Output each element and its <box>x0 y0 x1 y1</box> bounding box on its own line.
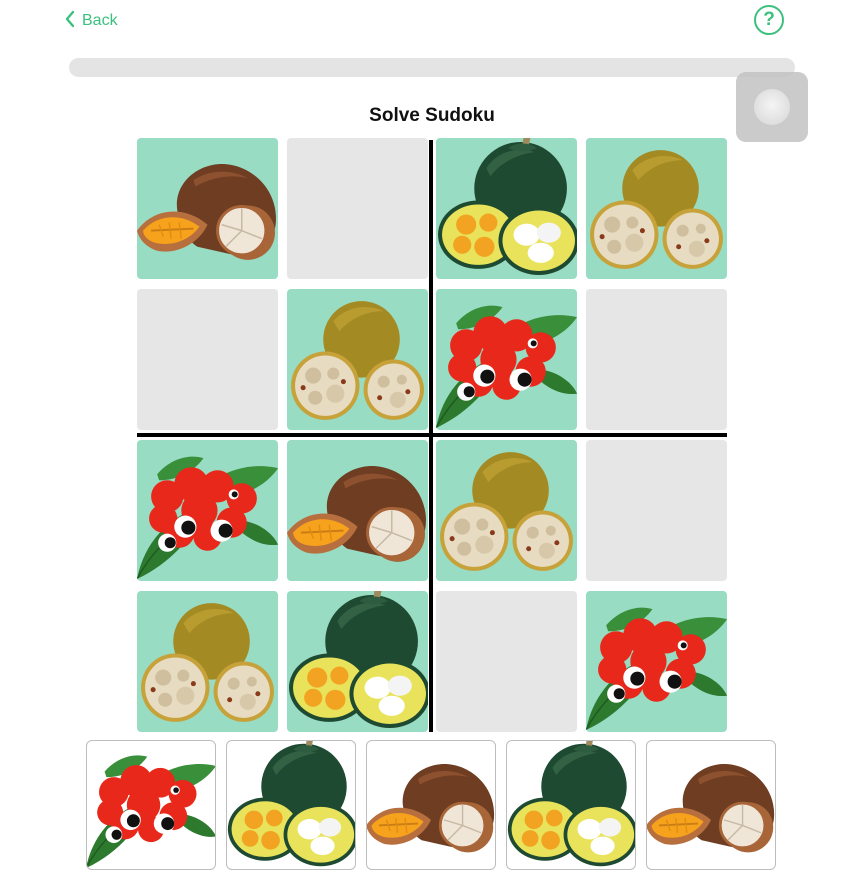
sapote-fruit-icon <box>137 164 276 260</box>
ugli-fruit-icon <box>507 741 635 867</box>
box-divider-horizontal <box>137 433 727 437</box>
sudoku-cell-guarana[interactable] <box>137 440 278 581</box>
guarana-fruit-icon <box>585 607 727 731</box>
question-mark-icon: ? <box>763 9 775 30</box>
ugli-fruit-icon <box>438 138 577 275</box>
choice-tile-sapote[interactable] <box>646 740 776 870</box>
sudoku-cell-langsat[interactable] <box>436 440 577 581</box>
page-title: Solve Sudoku <box>369 105 495 126</box>
langsat-fruit-icon <box>141 603 274 722</box>
sudoku-cell-empty[interactable] <box>585 289 727 430</box>
back-button[interactable]: Back <box>64 8 118 34</box>
sudoku-cell-langsat[interactable] <box>286 289 428 430</box>
sudoku-cell-langsat[interactable] <box>137 591 278 732</box>
guarana-fruit-icon <box>137 456 278 580</box>
choice-tile-guarana[interactable] <box>86 740 216 870</box>
sudoku-cell-empty[interactable] <box>436 591 577 732</box>
fruit-choice-tray <box>86 740 778 870</box>
sudoku-cell-langsat[interactable] <box>585 138 727 279</box>
sudoku-board <box>137 138 727 732</box>
guarana-fruit-icon <box>87 755 215 868</box>
langsat-fruit-icon <box>440 452 573 571</box>
sudoku-cell-guarana[interactable] <box>585 591 727 732</box>
progress-bar <box>69 58 795 77</box>
sudoku-cell-ugli[interactable] <box>286 591 428 732</box>
guarana-fruit-icon <box>436 305 577 429</box>
sapote-fruit-icon <box>286 466 426 562</box>
langsat-fruit-icon <box>589 150 723 269</box>
chevron-left-icon <box>64 10 76 33</box>
ugli-fruit-icon <box>227 741 355 867</box>
ugli-fruit-icon <box>288 591 428 728</box>
sudoku-cell-guarana[interactable] <box>436 289 577 430</box>
choice-tile-ugli[interactable] <box>226 740 356 870</box>
sudoku-cell-sapote[interactable] <box>286 440 428 581</box>
langsat-fruit-icon <box>290 301 424 420</box>
sudoku-cell-ugli[interactable] <box>436 138 577 279</box>
sapote-fruit-icon <box>647 764 775 853</box>
sudoku-cell-empty[interactable] <box>137 289 278 430</box>
sudoku-cell-empty[interactable] <box>286 138 428 279</box>
choice-tile-ugli[interactable] <box>506 740 636 870</box>
help-button[interactable]: ? <box>754 5 784 35</box>
sapote-fruit-icon <box>367 764 495 853</box>
sudoku-cell-sapote[interactable] <box>137 138 278 279</box>
sudoku-cell-empty[interactable] <box>585 440 727 581</box>
back-label: Back <box>82 12 118 29</box>
choice-tile-sapote[interactable] <box>366 740 496 870</box>
